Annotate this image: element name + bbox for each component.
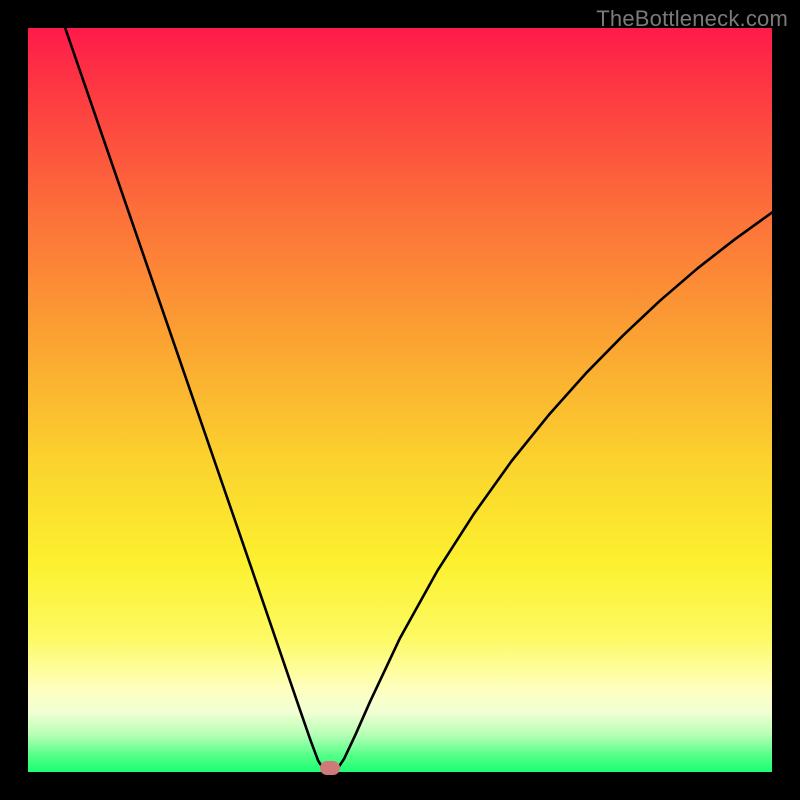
optimal-point-marker bbox=[320, 761, 340, 775]
chart-frame: TheBottleneck.com bbox=[0, 0, 800, 800]
plot-area bbox=[28, 28, 772, 772]
bottleneck-curve bbox=[28, 28, 772, 772]
